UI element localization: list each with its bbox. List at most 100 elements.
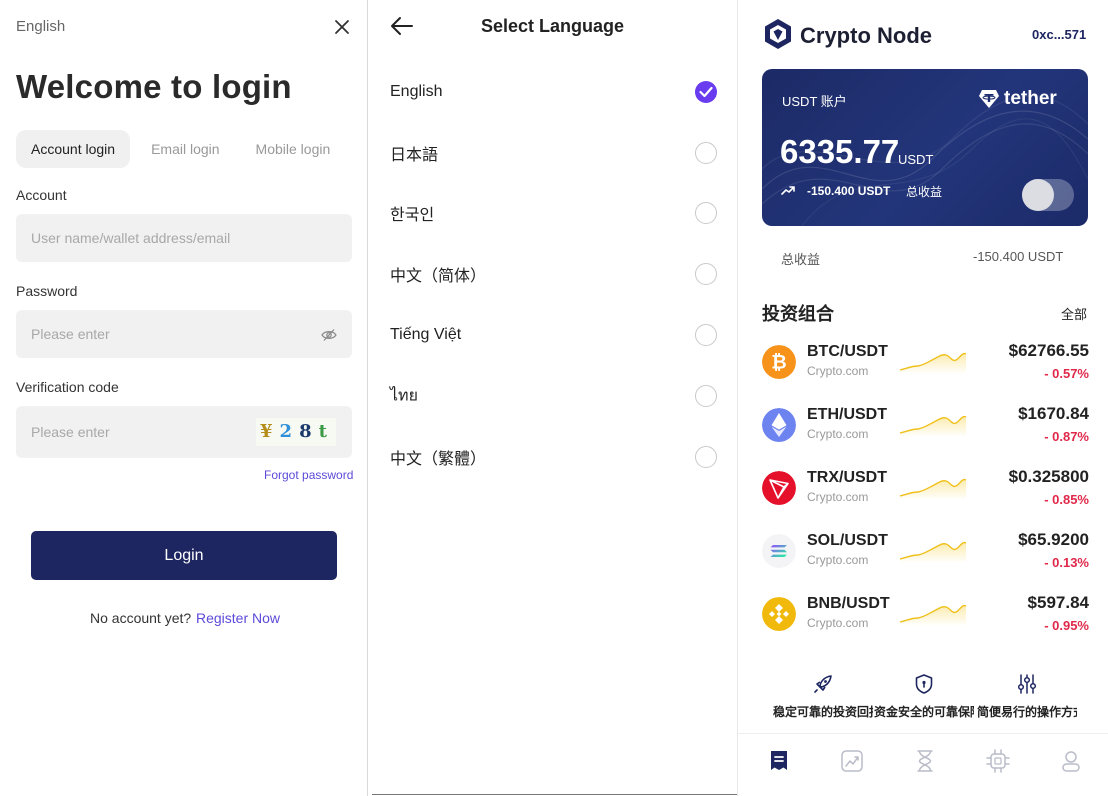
coin-change: - 0.57% bbox=[1044, 366, 1089, 381]
trend-up-icon bbox=[781, 186, 795, 195]
login-tabs: Account login Email login Mobile login bbox=[16, 130, 351, 168]
total-profit-value: -150.400 USDT bbox=[973, 249, 1064, 264]
coin-pair: BNB/USDT bbox=[807, 595, 890, 612]
coin-pair: ETH/USDT bbox=[807, 406, 887, 423]
sparkline bbox=[899, 415, 967, 437]
coin-row-trx[interactable]: TRX/USDT Crypto.com $0.325800 - 0.85% bbox=[738, 466, 1108, 529]
account-input[interactable] bbox=[16, 214, 352, 262]
eye-off-icon[interactable] bbox=[321, 328, 337, 342]
coin-pair: BTC/USDT bbox=[807, 343, 888, 360]
login-panel: English Welcome to login Account login E… bbox=[0, 0, 368, 796]
radio-icon[interactable] bbox=[695, 263, 717, 285]
coin-pair: SOL/USDT bbox=[807, 532, 888, 549]
language-option-english[interactable]: English bbox=[368, 62, 737, 122]
bottom-nav bbox=[738, 733, 1108, 796]
coin-row-eth[interactable]: ETH/USDT Crypto.com $1670.84 - 0.87% bbox=[738, 403, 1108, 466]
check-circle-icon[interactable] bbox=[695, 81, 717, 103]
bnb-icon bbox=[762, 597, 796, 631]
sliders-icon bbox=[1017, 674, 1037, 694]
account-balance: 6335.77 bbox=[780, 133, 900, 170]
close-icon[interactable] bbox=[332, 17, 352, 37]
tab-account-login[interactable]: Account login bbox=[16, 130, 131, 168]
bitcoin-icon: ₿ bbox=[762, 345, 796, 379]
captcha-char: 2 bbox=[279, 421, 300, 442]
password-label: Password bbox=[16, 283, 78, 299]
language-option-thai[interactable]: ไทย bbox=[368, 366, 737, 426]
user-icon[interactable] bbox=[1058, 748, 1084, 774]
coin-source: Crypto.com bbox=[807, 364, 869, 378]
coin-change: - 0.95% bbox=[1044, 618, 1089, 633]
language-option-chinese-traditional[interactable]: 中文（繁體） bbox=[368, 427, 737, 487]
register-link[interactable]: Register Now bbox=[196, 610, 280, 626]
sparkline bbox=[899, 541, 967, 563]
chart-icon[interactable] bbox=[839, 748, 865, 774]
crypto-node-logo-icon bbox=[765, 19, 791, 49]
tether-brand: tether bbox=[1004, 88, 1057, 109]
portfolio-title: 投资组合 bbox=[762, 304, 834, 324]
divider bbox=[372, 794, 737, 795]
svg-text:₿: ₿ bbox=[771, 353, 786, 374]
page-title: Select Language bbox=[480, 16, 625, 36]
hourglass-icon[interactable] bbox=[912, 748, 938, 774]
language-label: English bbox=[390, 83, 443, 100]
home-icon[interactable] bbox=[766, 748, 792, 774]
radio-icon[interactable] bbox=[695, 324, 717, 346]
language-option-chinese-simplified[interactable]: 中文（简体） bbox=[368, 244, 737, 304]
language-label: 日本語 bbox=[390, 147, 439, 164]
language-label: 中文（简体） bbox=[390, 268, 487, 285]
radio-icon[interactable] bbox=[695, 202, 717, 224]
tron-icon bbox=[762, 471, 796, 505]
solana-icon bbox=[762, 534, 796, 568]
radio-icon[interactable] bbox=[695, 142, 717, 164]
radio-icon[interactable] bbox=[695, 446, 717, 468]
chip-icon[interactable] bbox=[985, 748, 1011, 774]
password-input[interactable] bbox=[16, 310, 352, 358]
rocket-icon bbox=[814, 675, 832, 693]
feature-easy-operation: 简便易行的操作方式 bbox=[977, 673, 1077, 722]
tab-mobile-login[interactable]: Mobile login bbox=[241, 130, 346, 168]
coin-row-btc[interactable]: ₿ BTC/USDT Crypto.com $62766.55 - 0.57% bbox=[738, 340, 1108, 403]
sparkline bbox=[899, 478, 967, 500]
login-button[interactable]: Login bbox=[31, 531, 337, 580]
coin-source: Crypto.com bbox=[807, 427, 869, 441]
card-title: USDT 账户 bbox=[782, 94, 847, 109]
coin-price: $65.9200 bbox=[1018, 530, 1089, 549]
sparkline bbox=[899, 352, 967, 374]
ethereum-icon bbox=[762, 408, 796, 442]
coin-price: $0.325800 bbox=[1008, 467, 1089, 486]
captcha-image[interactable]: ¥28t bbox=[256, 418, 336, 446]
no-account-text: No account yet? bbox=[90, 610, 192, 626]
app-name: Crypto Node bbox=[800, 23, 932, 48]
usdt-account-card: USDT 账户 tether 6335.77 USDT -150.400 USD… bbox=[762, 69, 1088, 226]
coin-change: - 0.13% bbox=[1044, 555, 1089, 570]
radio-icon[interactable] bbox=[695, 385, 717, 407]
coin-row-bnb[interactable]: BNB/USDT Crypto.com $597.84 - 0.95% bbox=[738, 592, 1108, 655]
balance-unit: USDT bbox=[898, 152, 934, 167]
sparkline bbox=[899, 604, 967, 626]
language-label: 한국인 bbox=[390, 207, 435, 224]
captcha-char: ¥ bbox=[260, 421, 280, 442]
coin-pair: TRX/USDT bbox=[807, 469, 887, 486]
visibility-toggle[interactable] bbox=[1022, 179, 1074, 211]
total-profit-label: 总收益 bbox=[781, 252, 821, 267]
language-option-korean[interactable]: 한국인 bbox=[368, 183, 737, 243]
language-option-vietnamese[interactable]: Tiếng Việt bbox=[368, 305, 737, 365]
coin-row-sol[interactable]: SOL/USDT Crypto.com $65.9200 - 0.13% bbox=[738, 529, 1108, 592]
feature-text: 稳定可靠的投资回报 bbox=[773, 705, 873, 719]
language-selector[interactable]: English bbox=[16, 18, 65, 35]
coin-price: $62766.55 bbox=[1008, 341, 1089, 360]
language-option-japanese[interactable]: 日本語 bbox=[368, 123, 737, 183]
coin-price: $1670.84 bbox=[1018, 404, 1089, 423]
language-label: 中文（繁體） bbox=[390, 451, 487, 468]
forgot-password-link[interactable]: Forgot password bbox=[264, 468, 353, 482]
wallet-address[interactable]: 0xc...571 bbox=[1032, 27, 1086, 42]
tether-icon bbox=[979, 90, 999, 108]
captcha-char: 8 bbox=[299, 421, 319, 442]
coin-change: - 0.87% bbox=[1044, 429, 1089, 444]
view-all-link[interactable]: 全部 bbox=[1061, 304, 1087, 323]
coin-source: Crypto.com bbox=[807, 553, 869, 567]
feature-text: 资金安全的可靠保障 bbox=[874, 705, 974, 719]
captcha-char: t bbox=[318, 421, 334, 442]
coin-price: $597.84 bbox=[1027, 593, 1089, 612]
tab-email-login[interactable]: Email login bbox=[136, 130, 234, 168]
